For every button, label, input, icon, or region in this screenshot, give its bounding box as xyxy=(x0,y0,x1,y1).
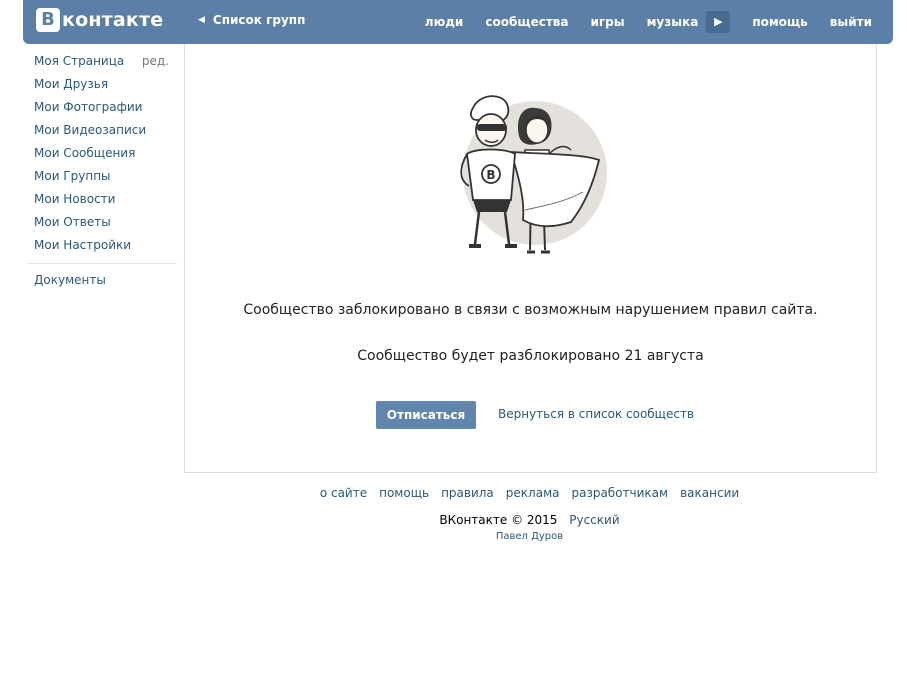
nav-games[interactable]: игры xyxy=(591,11,625,33)
nav-music[interactable]: музыка xyxy=(647,11,699,33)
groups-list-label: Список групп xyxy=(212,13,306,27)
sidebar-item-videos[interactable]: Мои Видеозаписи xyxy=(27,119,177,142)
sidebar-item-documents[interactable]: Документы xyxy=(27,269,177,292)
nav-communities[interactable]: сообщества xyxy=(485,11,568,33)
sidebar-item-my-page[interactable]: Моя Страница ред. xyxy=(27,50,177,73)
sidebar-item-news[interactable]: Мои Новости xyxy=(27,188,177,211)
top-nav: люди сообщества игры музыка ▶ помощь вый… xyxy=(403,11,872,33)
sidebar-item-label: Документы xyxy=(34,273,106,287)
sidebar-item-messages[interactable]: Мои Сообщения xyxy=(27,142,177,165)
groups-list-back-link[interactable]: ◀ Список групп xyxy=(198,13,305,27)
footer-link-jobs[interactable]: вакансии xyxy=(680,486,739,500)
footer-link-developers[interactable]: разработчикам xyxy=(571,486,668,500)
sidebar-item-friends[interactable]: Мои Друзья xyxy=(27,73,177,96)
footer-links: о сайте помощь правила реклама разработч… xyxy=(184,486,875,500)
play-icon[interactable]: ▶ xyxy=(706,11,731,33)
hero-badge-letter: B xyxy=(486,168,495,182)
footer-copyright: ВКонтакте © 2015 Русский xyxy=(184,513,875,527)
sidebar-item-groups[interactable]: Мои Группы xyxy=(27,165,177,188)
vk-logo-icon: B xyxy=(36,8,60,32)
sidebar-item-settings[interactable]: Мои Настройки xyxy=(27,234,177,257)
nav-logout[interactable]: выйти xyxy=(830,11,872,33)
unsubscribe-button[interactable]: Отписаться xyxy=(376,401,476,429)
sidebar-item-photos[interactable]: Мои Фотографии xyxy=(27,96,177,119)
sidebar-item-label: Мои Друзья xyxy=(34,77,109,91)
back-arrow-icon: ◀ xyxy=(198,15,205,25)
footer-link-rules[interactable]: правила xyxy=(441,486,494,500)
vk-logo-text: контакте xyxy=(62,9,164,31)
sidebar-divider xyxy=(27,263,177,264)
top-header: B контакте ◀ Список групп люди сообществ… xyxy=(23,0,893,44)
sidebar-item-label: Мои Новости xyxy=(34,192,116,206)
language-switch[interactable]: Русский xyxy=(569,513,619,527)
sidebar-item-label: Мои Видеозаписи xyxy=(34,123,147,137)
unblock-date-message: Сообщество будет разблокировано 21 авгус… xyxy=(357,348,704,364)
sidebar-item-label: Мои Группы xyxy=(34,169,111,183)
nav-people[interactable]: люди xyxy=(425,11,464,33)
copyright-text: ВКонтакте © 2015 xyxy=(439,513,558,527)
blocked-community-illustration: B xyxy=(460,95,607,254)
main-content: B Сообщество заблокировано в связи с воз… xyxy=(184,44,877,473)
footer-author-link[interactable]: Павел Дуров xyxy=(184,531,875,542)
sidebar-item-label: Мои Ответы xyxy=(34,215,111,229)
sidebar-item-label: Моя Страница xyxy=(34,54,125,68)
nav-help[interactable]: помощь xyxy=(752,11,807,33)
left-sidebar: Моя Страница ред. Мои Друзья Мои Фотогра… xyxy=(27,50,177,292)
blocked-message: Сообщество заблокировано в связи с возмо… xyxy=(243,302,818,318)
vk-logo[interactable]: B контакте xyxy=(36,8,163,32)
footer-link-about[interactable]: о сайте xyxy=(320,486,367,500)
back-to-communities-link[interactable]: Вернуться в список сообществ xyxy=(498,407,694,421)
sidebar-item-answers[interactable]: Мои Ответы xyxy=(27,211,177,234)
sidebar-item-label: Мои Настройки xyxy=(34,238,132,252)
sidebar-item-label: Мои Сообщения xyxy=(34,146,136,160)
footer-link-ads[interactable]: реклама xyxy=(506,486,560,500)
edit-link[interactable]: ред. xyxy=(142,50,177,73)
sidebar-item-label: Мои Фотографии xyxy=(34,100,143,114)
footer-link-help[interactable]: помощь xyxy=(379,486,429,500)
